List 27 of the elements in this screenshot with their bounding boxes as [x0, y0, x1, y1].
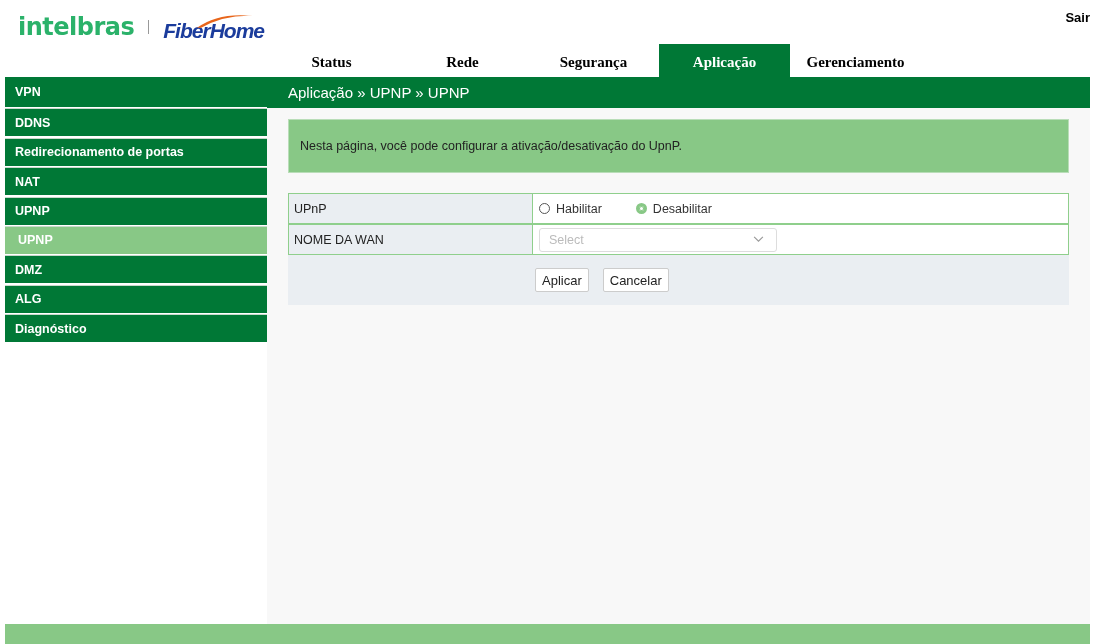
radio-label: Habilitar: [556, 201, 602, 216]
sidebar-item[interactable]: DMZ: [5, 255, 267, 284]
sidebar-item[interactable]: Diagnóstico: [5, 314, 267, 343]
nav-tab[interactable]: Gerenciamento: [790, 44, 921, 77]
sidebar-item[interactable]: ALG: [5, 284, 267, 313]
chevron-down-icon: [753, 236, 764, 243]
sidebar-item[interactable]: UPNP: [5, 196, 267, 225]
brand-logo: intelbras: [18, 13, 135, 41]
nav-tab[interactable]: Aplicação: [659, 44, 790, 77]
nav-tab[interactable]: Rede: [397, 44, 528, 77]
partner-logo: FiberHome: [163, 11, 268, 43]
logout-link[interactable]: Sair: [1065, 0, 1093, 44]
form-label: NOME DA WAN: [288, 224, 533, 255]
sidebar-item[interactable]: DDNS: [5, 108, 267, 137]
radio-button[interactable]: [635, 203, 647, 214]
info-banner: Nesta página, você pode configurar a ativação/desativação do UpnP.: [288, 119, 1069, 173]
cancel-button[interactable]: Cancelar: [602, 268, 669, 292]
nav-tab[interactable]: Status: [266, 44, 397, 77]
sidebar-item[interactable]: Redirecionamento de portas: [5, 137, 267, 166]
apply-button[interactable]: Aplicar: [535, 268, 589, 292]
radio-label: Desabilitar: [652, 201, 712, 216]
breadcrumb: Aplicação » UPNP » UPNP: [267, 77, 1090, 108]
sidebar-item[interactable]: VPN: [5, 77, 267, 107]
radio-button[interactable]: [539, 203, 550, 214]
nav-tab[interactable]: Segurança: [528, 44, 659, 77]
form-label: UPnP: [288, 193, 533, 224]
sidebar-item[interactable]: NAT: [5, 167, 267, 196]
